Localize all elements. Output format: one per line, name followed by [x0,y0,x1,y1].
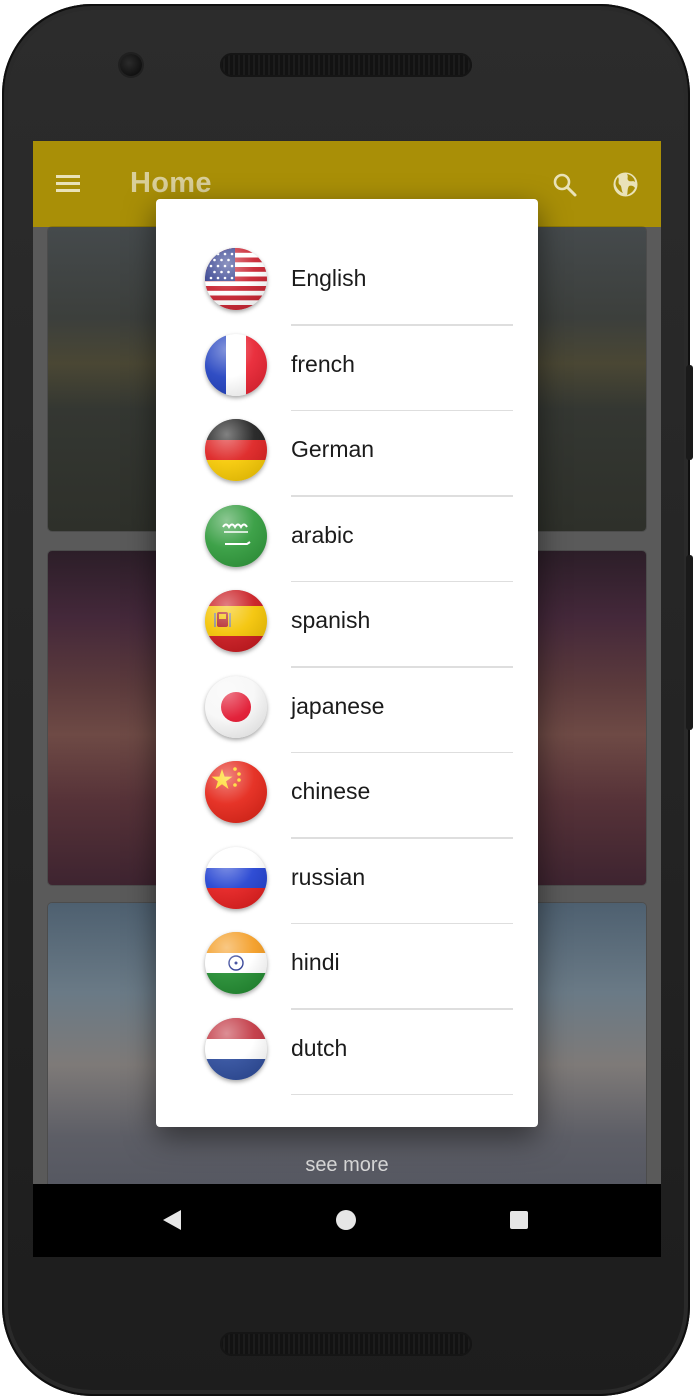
see-more-link[interactable]: see more [33,1154,661,1177]
japan-flag-icon [205,675,267,738]
language-label: English [291,265,367,291]
phone-frame: Home see more English french German arab… [2,4,690,1396]
system-nav-bar [33,1184,661,1257]
language-option-russian[interactable]: russian [156,840,538,926]
language-label: chinese [291,778,371,804]
china-flag-icon [205,761,267,823]
recents-icon[interactable] [510,1211,528,1229]
language-label: spanish [291,607,371,633]
divider [291,666,513,668]
screen: Home see more English french German arab… [33,141,661,1257]
language-option-spanish[interactable]: spanish [156,583,538,669]
divider [291,1093,513,1095]
top-speaker [220,53,472,77]
front-camera [120,54,142,76]
france-flag-icon [205,333,267,396]
language-option-japanese[interactable]: japanese [156,669,538,755]
divider [291,324,513,326]
language-label: japanese [291,692,385,719]
language-label: russian [291,863,366,890]
us-flag-icon [205,248,267,310]
language-label: dutch [291,1034,348,1061]
search-icon[interactable] [552,172,578,198]
germany-flag-icon [205,419,267,481]
divider [291,751,513,753]
divider [291,580,513,582]
india-flag-icon [205,932,267,994]
menu-icon[interactable] [56,175,80,193]
page-title: Home [130,167,212,199]
language-label: hindi [291,949,340,975]
divider [291,495,513,497]
language-option-english[interactable]: English [156,241,538,327]
divider [291,1008,513,1010]
language-label: french [291,350,355,377]
language-dialog: English french German arabic spanish jap… [156,199,538,1127]
volume-rocker [686,555,693,730]
spain-flag-icon [205,590,267,652]
power-button [686,365,693,460]
divider [291,409,513,411]
bottom-speaker [220,1332,472,1356]
language-option-chinese[interactable]: chinese [156,754,538,840]
divider [291,922,513,924]
saudi-arabia-flag-icon [205,504,267,567]
language-option-dutch[interactable]: dutch [156,1011,538,1097]
netherlands-flag-icon [205,1017,267,1080]
language-option-german[interactable]: German [156,412,538,498]
home-icon[interactable] [336,1210,356,1230]
russia-flag-icon [205,846,267,909]
language-option-hindi[interactable]: hindi [156,925,538,1011]
language-option-french[interactable]: french [156,327,538,413]
back-icon[interactable] [163,1210,181,1230]
divider [291,837,513,839]
language-option-arabic[interactable]: arabic [156,498,538,584]
globe-icon[interactable] [612,171,639,198]
language-label: arabic [291,521,354,548]
language-label: German [291,436,375,462]
